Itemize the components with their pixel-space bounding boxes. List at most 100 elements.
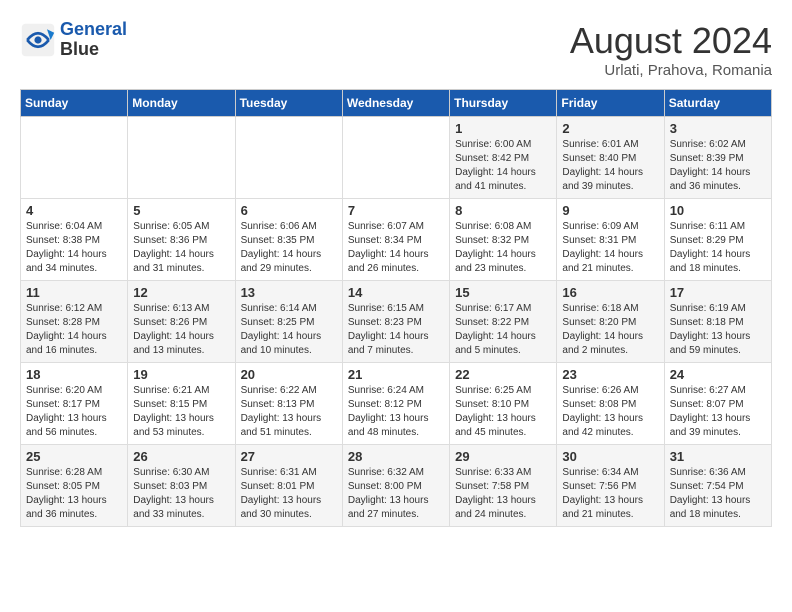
day-info: Sunrise: 6:36 AM Sunset: 7:54 PM Dayligh… xyxy=(670,466,766,522)
calendar-cell: 17 Sunrise: 6:19 AM Sunset: 8:18 PM Dayli… xyxy=(664,281,771,363)
day-number: 30 xyxy=(562,449,658,464)
day-info: Sunrise: 6:12 AM Sunset: 8:28 PM Dayligh… xyxy=(26,302,122,358)
day-info: Sunrise: 6:30 AM Sunset: 8:03 PM Dayligh… xyxy=(133,466,229,522)
day-number: 11 xyxy=(26,285,122,300)
calendar-cell: 31 Sunrise: 6:36 AM Sunset: 7:54 PM Dayli… xyxy=(664,445,771,527)
day-number: 7 xyxy=(348,203,444,218)
day-number: 13 xyxy=(241,285,337,300)
day-number: 28 xyxy=(348,449,444,464)
weekday-header-sunday: Sunday xyxy=(21,90,128,117)
calendar-cell xyxy=(21,117,128,199)
calendar-cell: 7 Sunrise: 6:07 AM Sunset: 8:34 PM Daylig… xyxy=(342,199,449,281)
day-info: Sunrise: 6:07 AM Sunset: 8:34 PM Dayligh… xyxy=(348,220,444,276)
day-number: 15 xyxy=(455,285,551,300)
day-info: Sunrise: 6:27 AM Sunset: 8:07 PM Dayligh… xyxy=(670,384,766,440)
day-number: 16 xyxy=(562,285,658,300)
day-number: 22 xyxy=(455,367,551,382)
day-info: Sunrise: 6:26 AM Sunset: 8:08 PM Dayligh… xyxy=(562,384,658,440)
day-info: Sunrise: 6:17 AM Sunset: 8:22 PM Dayligh… xyxy=(455,302,551,358)
day-number: 21 xyxy=(348,367,444,382)
day-number: 2 xyxy=(562,121,658,136)
day-number: 24 xyxy=(670,367,766,382)
day-number: 19 xyxy=(133,367,229,382)
day-number: 18 xyxy=(26,367,122,382)
day-info: Sunrise: 6:01 AM Sunset: 8:40 PM Dayligh… xyxy=(562,138,658,194)
day-number: 14 xyxy=(348,285,444,300)
calendar-cell: 30 Sunrise: 6:34 AM Sunset: 7:56 PM Dayli… xyxy=(557,445,664,527)
day-info: Sunrise: 6:15 AM Sunset: 8:23 PM Dayligh… xyxy=(348,302,444,358)
calendar-cell: 28 Sunrise: 6:32 AM Sunset: 8:00 PM Dayli… xyxy=(342,445,449,527)
day-info: Sunrise: 6:13 AM Sunset: 8:26 PM Dayligh… xyxy=(133,302,229,358)
day-number: 4 xyxy=(26,203,122,218)
day-number: 31 xyxy=(670,449,766,464)
calendar-cell: 5Sunrise: 6:05 AM Sunset: 8:36 PM Daylig… xyxy=(128,199,235,281)
weekday-header-thursday: Thursday xyxy=(450,90,557,117)
day-number: 26 xyxy=(133,449,229,464)
day-number: 1 xyxy=(455,121,551,136)
calendar-cell: 20Sunrise: 6:22 AM Sunset: 8:13 PM Dayli… xyxy=(235,363,342,445)
day-number: 6 xyxy=(241,203,337,218)
calendar-cell: 29Sunrise: 6:33 AM Sunset: 7:58 PM Dayli… xyxy=(450,445,557,527)
logo-text: General Blue xyxy=(60,20,127,60)
day-info: Sunrise: 6:00 AM Sunset: 8:42 PM Dayligh… xyxy=(455,138,551,194)
day-info: Sunrise: 6:25 AM Sunset: 8:10 PM Dayligh… xyxy=(455,384,551,440)
day-info: Sunrise: 6:19 AM Sunset: 8:18 PM Dayligh… xyxy=(670,302,766,358)
calendar-table: SundayMondayTuesdayWednesdayThursdayFrid… xyxy=(20,89,772,527)
calendar-cell: 2 Sunrise: 6:01 AM Sunset: 8:40 PM Daylig… xyxy=(557,117,664,199)
calendar-cell xyxy=(342,117,449,199)
day-number: 27 xyxy=(241,449,337,464)
calendar-cell: 22 Sunrise: 6:25 AM Sunset: 8:10 PM Dayli… xyxy=(450,363,557,445)
day-number: 25 xyxy=(26,449,122,464)
day-info: Sunrise: 6:21 AM Sunset: 8:15 PM Dayligh… xyxy=(133,384,229,440)
calendar-cell: 1 Sunrise: 6:00 AM Sunset: 8:42 PM Daylig… xyxy=(450,117,557,199)
logo-icon xyxy=(20,22,56,58)
day-info: Sunrise: 6:20 AM Sunset: 8:17 PM Dayligh… xyxy=(26,384,122,440)
day-info: Sunrise: 6:08 AM Sunset: 8:32 PM Dayligh… xyxy=(455,220,551,276)
calendar-cell: 27 Sunrise: 6:31 AM Sunset: 8:01 PM Dayli… xyxy=(235,445,342,527)
day-info: Sunrise: 6:31 AM Sunset: 8:01 PM Dayligh… xyxy=(241,466,337,522)
weekday-header-friday: Friday xyxy=(557,90,664,117)
day-info: Sunrise: 6:09 AM Sunset: 8:31 PM Dayligh… xyxy=(562,220,658,276)
day-number: 9 xyxy=(562,203,658,218)
calendar-cell: 15 Sunrise: 6:17 AM Sunset: 8:22 PM Dayli… xyxy=(450,281,557,363)
week-row-5: 25 Sunrise: 6:28 AM Sunset: 8:05 PM Dayli… xyxy=(21,445,772,527)
day-info: Sunrise: 6:18 AM Sunset: 8:20 PM Dayligh… xyxy=(562,302,658,358)
calendar-cell: 8 Sunrise: 6:08 AM Sunset: 8:32 PM Daylig… xyxy=(450,199,557,281)
calendar-cell: 10Sunrise: 6:11 AM Sunset: 8:29 PM Dayli… xyxy=(664,199,771,281)
page-header: General Blue August 2024 Urlati, Prahova… xyxy=(20,20,772,79)
calendar-cell: 3 Sunrise: 6:02 AM Sunset: 8:39 PM Daylig… xyxy=(664,117,771,199)
day-info: Sunrise: 6:32 AM Sunset: 8:00 PM Dayligh… xyxy=(348,466,444,522)
week-row-2: 4 Sunrise: 6:04 AM Sunset: 8:38 PM Daylig… xyxy=(21,199,772,281)
calendar-cell: 26 Sunrise: 6:30 AM Sunset: 8:03 PM Dayli… xyxy=(128,445,235,527)
calendar-cell: 11 Sunrise: 6:12 AM Sunset: 8:28 PM Dayli… xyxy=(21,281,128,363)
weekday-header-monday: Monday xyxy=(128,90,235,117)
day-info: Sunrise: 6:06 AM Sunset: 8:35 PM Dayligh… xyxy=(241,220,337,276)
day-info: Sunrise: 6:34 AM Sunset: 7:56 PM Dayligh… xyxy=(562,466,658,522)
day-number: 29 xyxy=(455,449,551,464)
day-info: Sunrise: 6:04 AM Sunset: 8:38 PM Dayligh… xyxy=(26,220,122,276)
calendar-cell: 18 Sunrise: 6:20 AM Sunset: 8:17 PM Dayli… xyxy=(21,363,128,445)
week-row-1: 1 Sunrise: 6:00 AM Sunset: 8:42 PM Daylig… xyxy=(21,117,772,199)
day-number: 3 xyxy=(670,121,766,136)
calendar-cell: 13 Sunrise: 6:14 AM Sunset: 8:25 PM Dayli… xyxy=(235,281,342,363)
calendar-cell: 12Sunrise: 6:13 AM Sunset: 8:26 PM Dayli… xyxy=(128,281,235,363)
weekday-header-saturday: Saturday xyxy=(664,90,771,117)
day-number: 17 xyxy=(670,285,766,300)
logo: General Blue xyxy=(20,20,127,60)
location: Urlati, Prahova, Romania xyxy=(570,62,772,79)
day-info: Sunrise: 6:28 AM Sunset: 8:05 PM Dayligh… xyxy=(26,466,122,522)
title-block: August 2024 Urlati, Prahova, Romania xyxy=(570,20,772,79)
day-number: 20 xyxy=(241,367,337,382)
day-number: 10 xyxy=(670,203,766,218)
day-number: 8 xyxy=(455,203,551,218)
week-row-4: 18 Sunrise: 6:20 AM Sunset: 8:17 PM Dayli… xyxy=(21,363,772,445)
weekday-header-wednesday: Wednesday xyxy=(342,90,449,117)
calendar-cell: 16 Sunrise: 6:18 AM Sunset: 8:20 PM Dayli… xyxy=(557,281,664,363)
calendar-cell: 6 Sunrise: 6:06 AM Sunset: 8:35 PM Daylig… xyxy=(235,199,342,281)
month-title: August 2024 xyxy=(570,20,772,62)
calendar-cell: 19 Sunrise: 6:21 AM Sunset: 8:15 PM Dayli… xyxy=(128,363,235,445)
day-number: 23 xyxy=(562,367,658,382)
weekday-header-row: SundayMondayTuesdayWednesdayThursdayFrid… xyxy=(21,90,772,117)
day-info: Sunrise: 6:14 AM Sunset: 8:25 PM Dayligh… xyxy=(241,302,337,358)
day-info: Sunrise: 6:02 AM Sunset: 8:39 PM Dayligh… xyxy=(670,138,766,194)
